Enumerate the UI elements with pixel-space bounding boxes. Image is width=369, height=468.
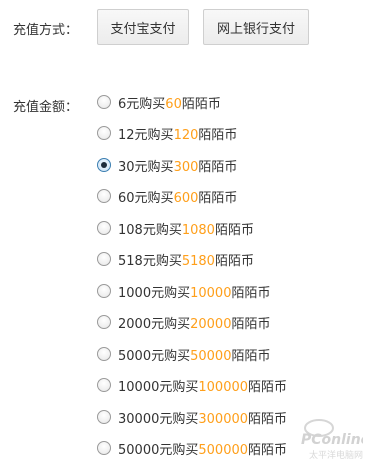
coin-amount: 5180 — [181, 253, 215, 269]
coin-amount: 120 — [173, 127, 199, 143]
amount-option-1000[interactable]: 1000元购买10000陌陌币 — [97, 280, 270, 302]
amount-option-30[interactable]: 30元购买300陌陌币 — [97, 154, 237, 176]
amount-label: 充值金额： — [13, 100, 79, 115]
radio-button[interactable] — [97, 221, 111, 235]
amount-option-10000[interactable]: 10000元购买100000陌陌币 — [97, 374, 287, 396]
option-label: 30000元购买300000陌陌币 — [118, 411, 288, 427]
coin-amount: 100000 — [198, 379, 249, 395]
radio-button[interactable] — [97, 252, 111, 266]
amount-option-50000[interactable]: 50000元购买500000陌陌币 — [97, 437, 287, 459]
radio-button[interactable] — [97, 378, 111, 392]
radio-button[interactable] — [97, 347, 111, 361]
option-label: 518元购买5180陌陌币 — [118, 253, 254, 269]
option-label: 2000元购买20000陌陌币 — [118, 316, 271, 332]
radio-button-selected[interactable] — [97, 158, 111, 172]
radio-button[interactable] — [97, 315, 111, 329]
svg-text:太平洋电脑网: 太平洋电脑网 — [309, 449, 363, 461]
coin-amount: 10000 — [190, 285, 232, 301]
option-label: 6元购买60陌陌币 — [118, 96, 221, 112]
radio-button[interactable] — [97, 126, 111, 140]
amount-option-30000[interactable]: 30000元购买300000陌陌币 — [97, 406, 287, 428]
amount-option-518[interactable]: 518元购买5180陌陌币 — [97, 248, 254, 270]
coin-amount: 300000 — [198, 411, 249, 427]
option-label: 12元购买120陌陌币 — [118, 127, 238, 143]
alipay-button[interactable]: 支付宝支付 — [97, 9, 189, 45]
amount-option-2000[interactable]: 2000元购买20000陌陌币 — [97, 311, 270, 333]
coin-amount: 50000 — [190, 348, 232, 364]
online-bank-button[interactable]: 网上银行支付 — [203, 9, 309, 45]
option-label: 108元购买1080陌陌币 — [118, 222, 254, 238]
coin-amount: 1080 — [181, 222, 215, 238]
option-label: 60元购买600陌陌币 — [118, 190, 238, 206]
amount-option-12[interactable]: 12元购买120陌陌币 — [97, 122, 237, 144]
amount-option-60[interactable]: 60元购买600陌陌币 — [97, 185, 237, 207]
option-label: 10000元购买100000陌陌币 — [118, 379, 288, 395]
coin-amount: 60 — [165, 96, 182, 112]
coin-amount: 500000 — [198, 442, 249, 458]
pconline-watermark-logo: PConline 太平洋电脑网 — [297, 414, 369, 462]
radio-button[interactable] — [97, 95, 111, 109]
coin-amount: 20000 — [190, 316, 232, 332]
option-label: 50000元购买500000陌陌币 — [118, 442, 288, 458]
option-label: 30元购买300陌陌币 — [118, 159, 238, 175]
option-label: 1000元购买10000陌陌币 — [118, 285, 271, 301]
radio-button[interactable] — [97, 284, 111, 298]
coin-amount: 600 — [173, 190, 199, 206]
amount-option-5000[interactable]: 5000元购买50000陌陌币 — [97, 343, 270, 365]
amount-option-6[interactable]: 6元购买60陌陌币 — [97, 91, 221, 113]
coin-amount: 300 — [173, 159, 199, 175]
option-label: 5000元购买50000陌陌币 — [118, 348, 271, 364]
payment-method-label: 充值方式： — [13, 23, 79, 38]
radio-button[interactable] — [97, 410, 111, 424]
amount-option-108[interactable]: 108元购买1080陌陌币 — [97, 217, 254, 239]
svg-text:PConline: PConline — [301, 432, 363, 448]
radio-button[interactable] — [97, 441, 111, 455]
radio-button[interactable] — [97, 189, 111, 203]
